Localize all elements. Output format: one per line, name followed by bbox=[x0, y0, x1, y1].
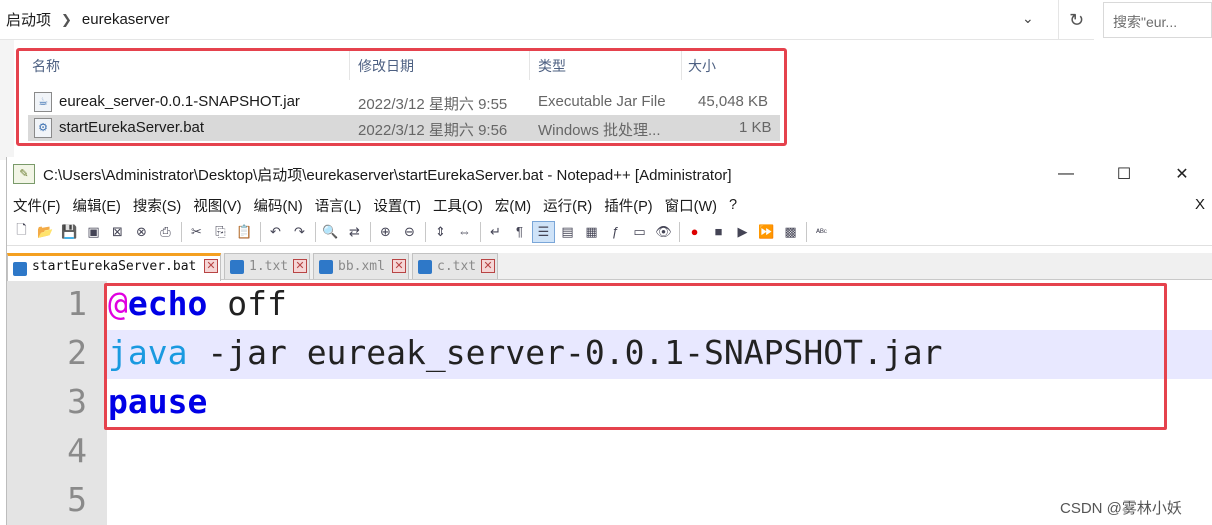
save-status-icon bbox=[13, 262, 27, 276]
folder-workspace-icon[interactable]: ▭ bbox=[629, 222, 650, 242]
title-bar[interactable]: ✎ C:\Users\Administrator\Desktop\启动项\eur… bbox=[7, 157, 1212, 191]
tab-close-icon[interactable]: ✕ bbox=[204, 259, 218, 273]
save-all-icon[interactable]: ▣ bbox=[83, 222, 104, 242]
line-number: 2 bbox=[67, 333, 87, 372]
sync-vertical-icon[interactable]: ⇕ bbox=[430, 222, 451, 242]
close-file-icon[interactable]: ⊠ bbox=[107, 222, 128, 242]
copy-icon[interactable]: ⎘ bbox=[210, 222, 231, 242]
tab-close-icon[interactable]: ✕ bbox=[481, 259, 495, 273]
zoom-in-icon[interactable]: ⊕ bbox=[375, 222, 396, 242]
address-dropdown-icon[interactable]: ⌄ bbox=[1022, 10, 1034, 27]
toolbar-divider bbox=[679, 221, 680, 242]
spell-check-icon[interactable]: ᴬᴮᶜ bbox=[811, 222, 832, 242]
menu-tools[interactable]: 工具(O) bbox=[427, 195, 489, 216]
tab-start-eureka-server-bat[interactable]: startEurekaServer.bat ✕ bbox=[7, 253, 221, 281]
new-file-icon[interactable]: 🗋 bbox=[11, 222, 32, 242]
save-icon[interactable]: 💾 bbox=[59, 222, 80, 242]
line-number-gutter: 1 2 3 4 5 bbox=[7, 281, 107, 525]
line-number: 5 bbox=[67, 480, 87, 519]
save-macro-icon[interactable]: ▩ bbox=[780, 222, 801, 242]
run-macro-multiple-icon[interactable]: ⏩ bbox=[756, 222, 777, 242]
tab-label: bb.xml bbox=[338, 259, 385, 274]
refresh-icon[interactable]: ↻ bbox=[1058, 0, 1094, 40]
minimize-icon[interactable]: — bbox=[1037, 157, 1095, 191]
menu-language[interactable]: 语言(L) bbox=[309, 195, 368, 216]
line-number: 3 bbox=[67, 382, 87, 421]
tab-label: startEurekaServer.bat bbox=[32, 259, 197, 274]
menu-file[interactable]: 文件(F) bbox=[7, 195, 67, 216]
file-explorer-window: 启动项 ❯ eurekaserver ⌄ ↻ 搜索"eur... 名称 修改日期… bbox=[0, 0, 1212, 160]
document-map-icon[interactable]: ▦ bbox=[581, 222, 602, 242]
breadcrumb-startup[interactable]: 启动项 bbox=[0, 9, 57, 30]
undo-icon[interactable]: ↶ bbox=[265, 222, 286, 242]
toolbar: 🗋 📂 💾 ▣ ⊠ ⊗ ⎙ ✂ ⎘ 📋 ↶ ↷ 🔍 ⇄ ⊕ ⊖ ⇕ ⇔ ↵ ¶ … bbox=[7, 218, 1212, 246]
highlight-box-code bbox=[104, 283, 1167, 430]
tab-label: c.txt bbox=[437, 259, 477, 274]
line-number: 1 bbox=[67, 284, 87, 323]
toolbar-divider bbox=[806, 221, 807, 242]
menu-bar: 文件(F) 编辑(E) 搜索(S) 视图(V) 编码(N) 语言(L) 设置(T… bbox=[7, 193, 1212, 217]
tab-1-txt[interactable]: 1.txt ✕ bbox=[224, 253, 310, 279]
toolbar-divider bbox=[181, 221, 182, 242]
menu-plugins[interactable]: 插件(P) bbox=[598, 195, 658, 216]
replace-icon[interactable]: ⇄ bbox=[344, 222, 365, 242]
line-number: 4 bbox=[67, 431, 87, 470]
toolbar-divider bbox=[480, 221, 481, 242]
notepadpp-app-icon: ✎ bbox=[13, 164, 35, 184]
function-list-icon[interactable]: ƒ bbox=[605, 222, 626, 242]
cut-icon[interactable]: ✂ bbox=[186, 222, 207, 242]
menu-edit[interactable]: 编辑(E) bbox=[67, 195, 127, 216]
toolbar-divider bbox=[260, 221, 261, 242]
tab-close-icon[interactable]: ✕ bbox=[392, 259, 406, 273]
redo-icon[interactable]: ↷ bbox=[289, 222, 310, 242]
save-status-icon bbox=[319, 260, 333, 274]
menu-view[interactable]: 视图(V) bbox=[187, 195, 247, 216]
watermark: CSDN @雾林小妖 bbox=[1060, 500, 1182, 517]
save-status-icon bbox=[418, 260, 432, 274]
tab-close-icon[interactable]: ✕ bbox=[293, 259, 307, 273]
stop-macro-icon[interactable]: ■ bbox=[708, 222, 729, 242]
maximize-icon[interactable]: ☐ bbox=[1095, 157, 1153, 191]
paste-icon[interactable]: 📋 bbox=[234, 222, 255, 242]
close-document-button[interactable]: X bbox=[1195, 196, 1205, 213]
word-wrap-icon[interactable]: ↵ bbox=[485, 222, 506, 242]
monitoring-icon[interactable]: 👁 bbox=[653, 222, 674, 242]
print-icon[interactable]: ⎙ bbox=[155, 222, 176, 242]
menu-encoding[interactable]: 编码(N) bbox=[248, 195, 309, 216]
menu-help[interactable]: ? bbox=[723, 197, 743, 213]
tab-label: 1.txt bbox=[249, 259, 289, 274]
save-status-icon bbox=[230, 260, 244, 274]
navigation-pane bbox=[0, 40, 14, 160]
zoom-out-icon[interactable]: ⊖ bbox=[399, 222, 420, 242]
highlight-box-files bbox=[16, 48, 787, 146]
menu-window[interactable]: 窗口(W) bbox=[659, 195, 723, 216]
close-all-icon[interactable]: ⊗ bbox=[131, 222, 152, 242]
find-icon[interactable]: 🔍 bbox=[320, 222, 341, 242]
show-all-chars-icon[interactable]: ¶ bbox=[509, 222, 530, 242]
sync-horizontal-icon[interactable]: ⇔ bbox=[454, 222, 475, 242]
tab-c-txt[interactable]: c.txt ✕ bbox=[412, 253, 498, 279]
breadcrumb-eurekaserver[interactable]: eurekaserver bbox=[76, 11, 176, 28]
menu-settings[interactable]: 设置(T) bbox=[367, 195, 427, 216]
open-file-icon[interactable]: 📂 bbox=[35, 222, 56, 242]
search-input[interactable]: 搜索"eur... bbox=[1103, 2, 1212, 38]
toolbar-divider bbox=[315, 221, 316, 242]
toolbar-divider bbox=[425, 221, 426, 242]
address-bar[interactable]: 启动项 ❯ eurekaserver ⌄ ↻ bbox=[0, 0, 1094, 40]
window-title: C:\Users\Administrator\Desktop\启动项\eurek… bbox=[43, 166, 732, 184]
menu-run[interactable]: 运行(R) bbox=[537, 195, 598, 216]
play-macro-icon[interactable]: ▶ bbox=[732, 222, 753, 242]
menu-search[interactable]: 搜索(S) bbox=[127, 195, 187, 216]
indent-guide-icon[interactable]: ☰ bbox=[532, 220, 555, 243]
document-tab-bar: startEurekaServer.bat ✕ 1.txt ✕ bb.xml ✕… bbox=[7, 253, 1212, 281]
record-macro-icon[interactable]: ● bbox=[684, 222, 705, 242]
menu-macro[interactable]: 宏(M) bbox=[489, 195, 537, 216]
close-icon[interactable]: ✕ bbox=[1153, 157, 1211, 191]
toolbar-divider bbox=[370, 221, 371, 242]
breadcrumb-chevron-icon: ❯ bbox=[61, 11, 72, 27]
user-language-icon[interactable]: ▤ bbox=[557, 222, 578, 242]
tab-bb-xml[interactable]: bb.xml ✕ bbox=[313, 253, 409, 279]
